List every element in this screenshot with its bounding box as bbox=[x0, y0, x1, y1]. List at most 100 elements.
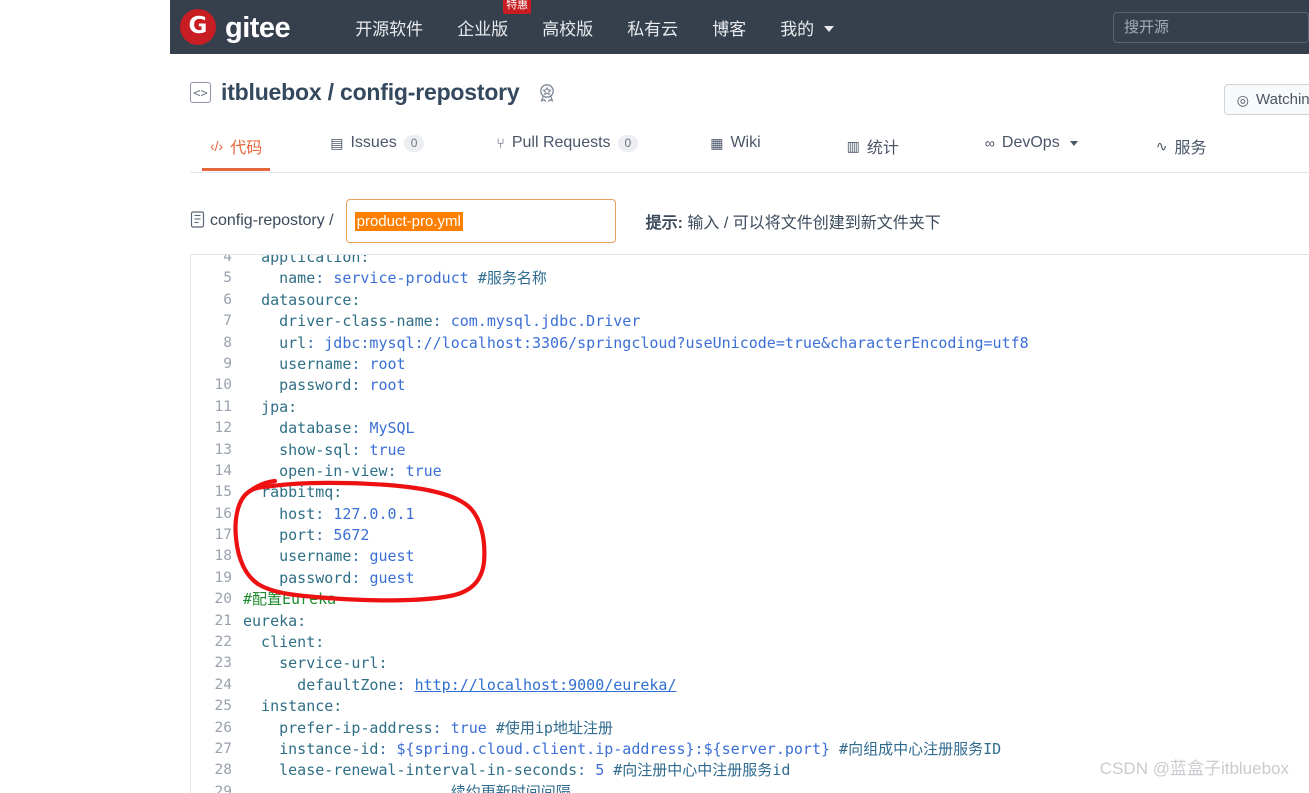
nav-item-blog[interactable]: 博客 bbox=[695, 15, 763, 40]
code-token: eureka: bbox=[243, 611, 307, 630]
code-token[interactable]: http://localhost:9000/eureka/ bbox=[415, 676, 677, 694]
code-editor[interactable]: 4 application: 5 name: service-product #服… bbox=[190, 254, 1309, 793]
code-line-content: driver-class-name: com.mysql.jdbc.Driver bbox=[243, 311, 640, 332]
code-line: 10 password: root bbox=[191, 375, 1309, 396]
line-number: 11 bbox=[214, 398, 232, 415]
code-token: name bbox=[243, 269, 316, 288]
code-line-content: url: jdbc:mysql://localhost:3306/springc… bbox=[243, 333, 1029, 354]
watching-label: Watching bbox=[1256, 91, 1309, 108]
code-token: guest bbox=[369, 568, 415, 587]
code-token: #使用ip地址注册 bbox=[495, 718, 613, 737]
code-token: defaultZone bbox=[243, 675, 397, 694]
code-token: instance-id bbox=[243, 739, 379, 758]
nav-label-blog: 博客 bbox=[712, 19, 747, 39]
line-number: 25 bbox=[214, 698, 232, 715]
gitee-repository-page: G gitee 开源软件 企业版 特惠 高校版 私有云 博客 我的 搜开源 <>… bbox=[0, 0, 1309, 793]
breadcrumb[interactable]: config-repostory / bbox=[210, 212, 334, 230]
tab-label-service: 服务 bbox=[1174, 140, 1207, 157]
tab-label-wiki: Wiki bbox=[730, 134, 761, 151]
code-token: : bbox=[315, 269, 334, 288]
code-line-content: username: root bbox=[243, 354, 405, 375]
tab-issues[interactable]: ▤ Issues 0 bbox=[330, 126, 425, 165]
nav-item-enterprise[interactable]: 企业版 特惠 bbox=[440, 0, 532, 40]
line-number: 23 bbox=[214, 655, 232, 672]
code-line-content: 续约更新时间间隔 bbox=[243, 782, 571, 793]
code-token: password bbox=[243, 376, 352, 395]
nav-item-private-cloud[interactable]: 私有云 bbox=[610, 15, 695, 40]
code-token: : bbox=[315, 526, 334, 545]
search-container bbox=[1113, 12, 1309, 43]
code-line: 29 续约更新时间间隔 bbox=[191, 782, 1309, 793]
code-token: : bbox=[351, 568, 370, 587]
top-navigation-bar: G gitee 开源软件 企业版 特惠 高校版 私有云 博客 我的 bbox=[170, 0, 1309, 54]
code-line: 21 eureka: bbox=[191, 611, 1309, 632]
filename-input[interactable]: product-pro.yml bbox=[345, 199, 616, 243]
tab-statistics[interactable]: ▥ 统计 bbox=[847, 126, 899, 171]
code-token: client: bbox=[243, 633, 325, 652]
file-path-bar: config-repostory / product-pro.yml 提示: 输… bbox=[190, 199, 941, 243]
code-line-content: host: 127.0.0.1 bbox=[243, 504, 415, 525]
code-token: service-product bbox=[333, 269, 469, 288]
nav-item-open-source[interactable]: 开源软件 bbox=[338, 15, 440, 40]
page-left-margin bbox=[0, 0, 170, 793]
hint-text: 输入 / 可以将文件创建到新文件夹下 bbox=[682, 215, 941, 232]
tab-pull-requests[interactable]: ⑂ Pull Requests 0 bbox=[496, 126, 639, 165]
repository-header: <> itbluebox / config-repostory ◎ Watchi… bbox=[170, 54, 1309, 173]
code-line: 5 name: service-product #服务名称 bbox=[191, 268, 1309, 289]
code-token: : bbox=[378, 739, 397, 758]
hint-label: 提示: bbox=[645, 215, 683, 232]
code-token: : bbox=[351, 547, 370, 566]
issues-icon: ▤ bbox=[330, 135, 344, 151]
line-number: 5 bbox=[223, 270, 232, 287]
tab-label-devops: DevOps bbox=[1001, 134, 1060, 151]
code-token: #向组成中心注册服务ID bbox=[839, 739, 1002, 758]
line-number: 20 bbox=[214, 591, 232, 608]
tab-service[interactable]: ∿ 服务 bbox=[1156, 126, 1207, 171]
line-number: 6 bbox=[223, 291, 232, 308]
code-token: : bbox=[432, 312, 451, 331]
line-number: 22 bbox=[214, 634, 232, 651]
tab-code[interactable]: ‹/› 代码 bbox=[201, 126, 271, 171]
nav-label-open-source: 开源软件 bbox=[355, 19, 424, 39]
line-number: 26 bbox=[214, 719, 232, 736]
code-token: com.mysql.jdbc.Driver bbox=[450, 312, 641, 331]
line-number: 19 bbox=[214, 569, 232, 586]
top-nav-items: 开源软件 企业版 特惠 高校版 私有云 博客 我的 bbox=[338, 0, 851, 40]
code-line-content: defaultZone: http://localhost:9000/eurek… bbox=[243, 675, 677, 696]
repository-title-row: <> itbluebox / config-repostory bbox=[190, 79, 558, 106]
tab-devops[interactable]: ∞ DevOps bbox=[985, 126, 1078, 165]
code-token: #配置Eureka bbox=[243, 590, 337, 609]
code-token: : bbox=[315, 504, 334, 523]
code-token: #服务名称 bbox=[477, 269, 547, 288]
line-number: 17 bbox=[214, 527, 232, 544]
code-token: application: bbox=[261, 254, 370, 266]
code-token: 5672 bbox=[333, 526, 370, 545]
code-line: 15 rabbitmq: bbox=[191, 482, 1309, 503]
tab-wiki[interactable]: ▦ Wiki bbox=[710, 126, 760, 165]
code-line-content: database: MySQL bbox=[243, 418, 414, 439]
code-token: root bbox=[369, 376, 406, 395]
code-line-content: name: service-product #服务名称 bbox=[243, 268, 547, 289]
pull-requests-count-badge: 0 bbox=[617, 134, 639, 152]
nav-item-education[interactable]: 高校版 bbox=[525, 15, 610, 40]
code-token: : bbox=[387, 461, 406, 480]
wiki-icon: ▦ bbox=[710, 135, 724, 151]
code-token: url bbox=[243, 333, 307, 352]
code-token: username bbox=[243, 354, 352, 373]
filename-value: product-pro.yml bbox=[354, 211, 463, 231]
page-title[interactable]: itbluebox / config-repostory bbox=[221, 79, 520, 106]
line-number: 24 bbox=[214, 676, 232, 693]
nav-item-mine[interactable]: 我的 bbox=[763, 15, 851, 40]
code-token: 127.0.0.1 bbox=[333, 504, 415, 523]
code-token: instance: bbox=[243, 697, 343, 716]
search-input[interactable] bbox=[1113, 12, 1309, 43]
code-line-content: client: bbox=[243, 632, 324, 653]
watching-button[interactable]: ◎ Watching bbox=[1223, 84, 1309, 115]
line-number: 27 bbox=[214, 740, 232, 757]
gitee-logo[interactable]: G gitee bbox=[180, 9, 291, 45]
code-line: 4 application: bbox=[191, 254, 1309, 268]
line-number: 13 bbox=[214, 441, 232, 458]
